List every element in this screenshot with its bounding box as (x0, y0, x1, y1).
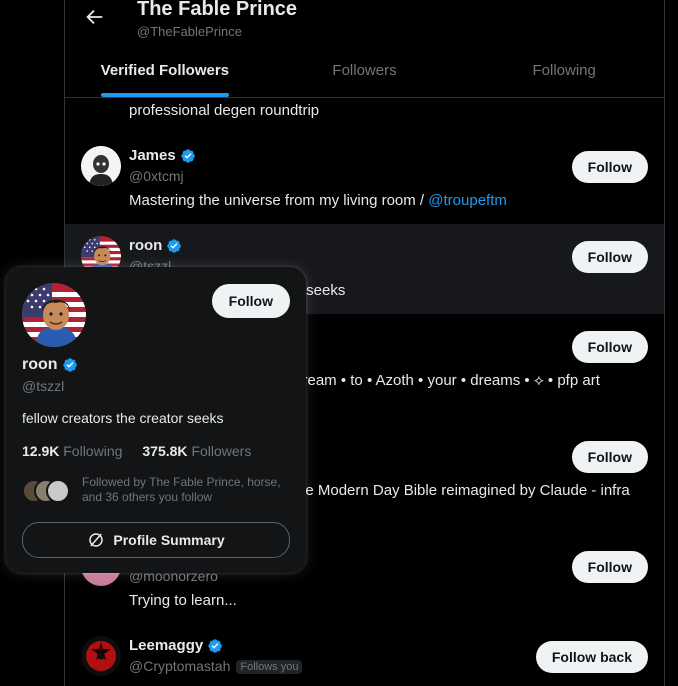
hovercard-bio: fellow creators the creator seeks (22, 410, 224, 426)
avatar[interactable] (81, 636, 121, 676)
user-name-text: roon (129, 237, 163, 254)
tab-bar: Verified Followers Followers Following (65, 44, 664, 98)
hovercard-name-text: roon (22, 356, 58, 373)
user-name-text: James (129, 147, 176, 164)
arrow-left-icon (86, 9, 103, 25)
list-item[interactable]: Leemaggy @Cryptomastah Follows you Follow… (65, 624, 664, 686)
profile-summary-button[interactable]: Profile Summary (22, 522, 290, 558)
followers-label: Followers (191, 443, 252, 459)
followers-stat[interactable]: 375.8K Followers (142, 443, 251, 459)
avatar-image (81, 146, 121, 186)
follow-button[interactable]: Follow (571, 241, 648, 273)
hovercard-handle: @tszzl (22, 378, 65, 394)
mutual-followers-text: Followed by The Fable Prince, horse, and… (82, 475, 281, 504)
follows-you-badge: Follows you (236, 660, 303, 675)
followers-count: 375.8K (142, 443, 188, 459)
user-name[interactable]: Leemaggy (129, 637, 223, 654)
following-stat[interactable]: 12.9K Following (22, 443, 122, 459)
back-button[interactable] (83, 6, 105, 28)
user-bio: he Modern Day Bible reimagined by Claude… (297, 482, 630, 499)
hovercard-stats: 12.9K Following 375.8K Followers (22, 443, 251, 459)
mutual-avatar (46, 479, 70, 503)
hovercard-avatar[interactable] (22, 283, 86, 347)
avatar-image (81, 636, 121, 676)
user-bio-text: Mastering the universe from my living ro… (129, 192, 429, 209)
hovercard-follow-button[interactable]: Follow (211, 284, 290, 318)
follow-back-button[interactable]: Follow back (535, 641, 648, 673)
active-tab-indicator (100, 93, 229, 97)
tab-following[interactable]: Following (464, 44, 664, 97)
verified-badge-icon (62, 357, 78, 373)
mutual-followers[interactable]: Followed by The Fable Prince, horse, and… (22, 475, 292, 507)
verified-badge-icon (207, 638, 223, 654)
follow-button[interactable]: Follow (571, 331, 648, 363)
tab-label: Verified Followers (100, 62, 230, 79)
verified-badge-icon (166, 238, 182, 254)
following-label: Following (63, 443, 123, 459)
list-item[interactable]: James @0xtcmj Mastering the universe fro… (65, 134, 664, 224)
tab-label: Following (532, 62, 596, 79)
grok-icon (89, 533, 104, 547)
profile-hovercard: Follow roon @tszzl fellow creators the c… (6, 267, 306, 573)
user-handle: @Cryptomastah Follows you (129, 658, 303, 675)
follow-button[interactable]: Follow (571, 151, 648, 183)
following-count: 12.9K (22, 443, 60, 459)
tab-followers[interactable]: Followers (265, 44, 465, 97)
page-handle: @TheFablePrince (137, 24, 242, 39)
avatar-image (22, 283, 86, 347)
hovercard-name[interactable]: roon (22, 356, 78, 374)
user-bio: professional degen roundtrip (129, 102, 320, 119)
user-bio: Trying to learn... (129, 592, 237, 609)
page-title: The Fable Prince (137, 0, 298, 20)
user-bio: Mastering the universe from my living ro… (129, 192, 507, 209)
verified-badge-icon (180, 148, 196, 164)
tab-verified-followers[interactable]: Verified Followers (65, 44, 265, 97)
follow-button[interactable]: Follow (571, 441, 648, 473)
user-name[interactable]: James (129, 147, 196, 164)
user-bio: cream • to • Azoth • your • dreams • ⟡ •… (295, 372, 600, 389)
follow-button[interactable]: Follow (571, 551, 648, 583)
user-name[interactable]: roon (129, 237, 182, 254)
avatar[interactable] (81, 146, 121, 186)
user-name-text: Leemaggy (129, 637, 204, 654)
user-handle: @0xtcmj (129, 168, 184, 184)
tab-label: Followers (332, 62, 397, 79)
bio-mention-link[interactable]: @troupeftm (428, 192, 507, 209)
user-handle-text: @Cryptomastah (129, 658, 231, 674)
profile-summary-label: Profile Summary (113, 532, 225, 548)
